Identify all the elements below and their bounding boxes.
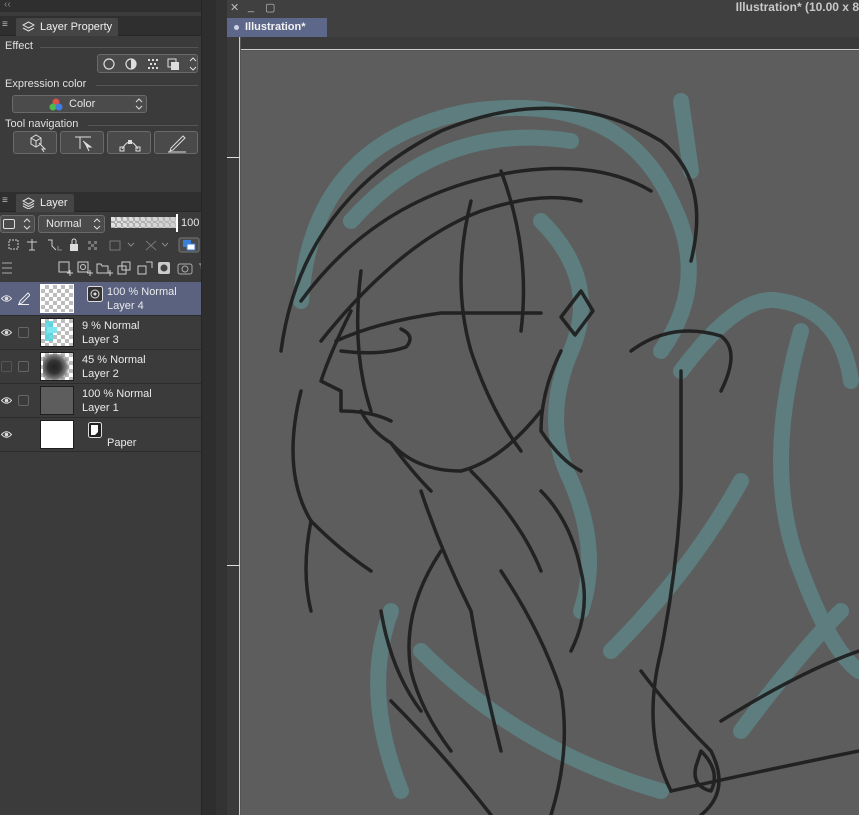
maximize-icon[interactable]: ▢: [265, 1, 275, 14]
layer-lock-toolbar: [0, 236, 216, 254]
updown-arrow-icon: [93, 218, 101, 230]
expression-color-label: Expression color: [5, 78, 87, 90]
pen-icon: [168, 135, 186, 153]
eye-icon[interactable]: [1, 327, 12, 338]
canvas-window: ✕ _ ▢ Illustration* (10.00 x 8 Illustrat…: [227, 0, 859, 815]
vertical-ruler: [227, 37, 241, 815]
opacity-slider[interactable]: [111, 217, 177, 228]
layer-opacity-mode: 9 % Normal: [82, 320, 140, 332]
tab-layer-property-label: Layer Property: [40, 21, 113, 33]
cube-cursor-icon: [30, 134, 47, 153]
paper-icon: [88, 422, 102, 438]
tool-nav-button-3[interactable]: [107, 131, 151, 154]
layer-opacity-mode: 100 % Normal: [82, 388, 152, 400]
opacity-value[interactable]: 100: [181, 217, 199, 229]
layer-row[interactable]: 45 % Normal Layer 2: [0, 350, 201, 384]
unsaved-dot-icon: [234, 25, 239, 30]
layer-name: Paper: [107, 437, 137, 449]
effect-icons: [103, 57, 197, 71]
document-title: Illustration* (10.00 x 8: [735, 0, 859, 14]
layer-name: Layer 4: [107, 300, 144, 312]
expression-color-select[interactable]: Color: [12, 95, 147, 113]
eye-icon[interactable]: [1, 395, 12, 406]
canvas-artwork[interactable]: [241, 51, 859, 815]
layer-name: Layer 3: [82, 334, 119, 346]
select-move-icon: [75, 136, 93, 152]
tab-illustration-label: Illustration*: [245, 21, 306, 33]
expression-color-value: Color: [69, 98, 96, 110]
layer-name: Layer 1: [82, 402, 119, 414]
visibility-toggle[interactable]: [1, 361, 12, 372]
edit-pen-icon[interactable]: [17, 292, 30, 305]
layer-opacity-mode: 45 % Normal: [82, 354, 146, 366]
panel-gap: [216, 0, 227, 815]
panel-menu-icon[interactable]: ≡: [2, 196, 10, 206]
layer-thumbnail: [40, 420, 74, 449]
layer-tabbar: ≡ Layer: [0, 192, 201, 212]
eye-icon[interactable]: [1, 293, 12, 304]
layer-row[interactable]: 9 % Normal Layer 3: [0, 316, 201, 350]
divider: [96, 85, 198, 86]
layer-opacity-mode: 100 % Normal: [107, 286, 177, 298]
divider: [40, 47, 198, 48]
layer-thumbnail: [40, 386, 74, 415]
effect-label: Effect: [5, 40, 33, 52]
layer-row[interactable]: 100 % Normal Layer 4: [0, 282, 201, 316]
layer-color-swatch-icon: [3, 219, 15, 229]
layer-lock-icons: [8, 237, 210, 253]
tool-nav-button-4[interactable]: [154, 131, 198, 154]
opacity-slider-fill: [111, 217, 177, 228]
layer-property-tabbar: ≡ Layer Property: [0, 16, 201, 36]
layer-command-icons: [2, 261, 211, 276]
tool-nav-button-2[interactable]: [60, 131, 104, 154]
layer-row[interactable]: 100 % Normal Layer 1: [0, 384, 201, 418]
panel-menu-icon[interactable]: ≡: [2, 20, 10, 30]
horizontal-ruler: [241, 37, 859, 51]
color-wheel-icon: [49, 98, 63, 111]
left-panel: ‹‹ ≡ Layer Property Effect Expression co…: [0, 0, 216, 815]
tab-layer[interactable]: Layer: [16, 194, 74, 212]
layer-property-icon: [22, 21, 35, 32]
collapse-left-icon[interactable]: ‹‹: [4, 0, 11, 10]
tool-nav-button-1[interactable]: [13, 131, 57, 154]
panel-scrollbar[interactable]: [201, 0, 216, 815]
minimize-icon[interactable]: _: [248, 1, 254, 13]
blend-mode-select[interactable]: Normal: [38, 215, 105, 233]
tab-layer-property[interactable]: Layer Property: [16, 18, 119, 36]
layer-thumbnail: [40, 318, 74, 347]
divider: [88, 125, 198, 126]
layer-mask-icon: [87, 286, 103, 302]
layer-command-toolbar: [0, 258, 216, 278]
opacity-slider-handle[interactable]: [176, 214, 178, 232]
panel-top-strip: ‹‹: [0, 0, 216, 12]
lock-toggle[interactable]: [18, 395, 29, 406]
layer-thumbnail: [40, 284, 74, 313]
layers-icon: [22, 197, 35, 209]
layer-thumbnail: [40, 352, 74, 381]
layer-row[interactable]: Paper: [0, 418, 201, 452]
close-icon[interactable]: ✕: [230, 1, 239, 14]
layer-name: Layer 2: [82, 368, 119, 380]
updown-arrow-icon: [23, 218, 31, 230]
lock-toggle[interactable]: [18, 327, 29, 338]
tool-navigation-label: Tool navigation: [5, 118, 79, 130]
effect-buttons[interactable]: [97, 54, 198, 73]
lock-toggle[interactable]: [18, 361, 29, 372]
tab-illustration[interactable]: Illustration*: [227, 18, 327, 37]
layer-color-select[interactable]: [0, 215, 35, 233]
tab-layer-label: Layer: [40, 197, 68, 209]
blend-mode-value: Normal: [46, 218, 82, 230]
eye-icon[interactable]: [1, 429, 12, 440]
sketch-drawing: [279, 93, 859, 815]
control-point-icon: [119, 140, 141, 152]
updown-arrow-icon: [135, 98, 143, 110]
